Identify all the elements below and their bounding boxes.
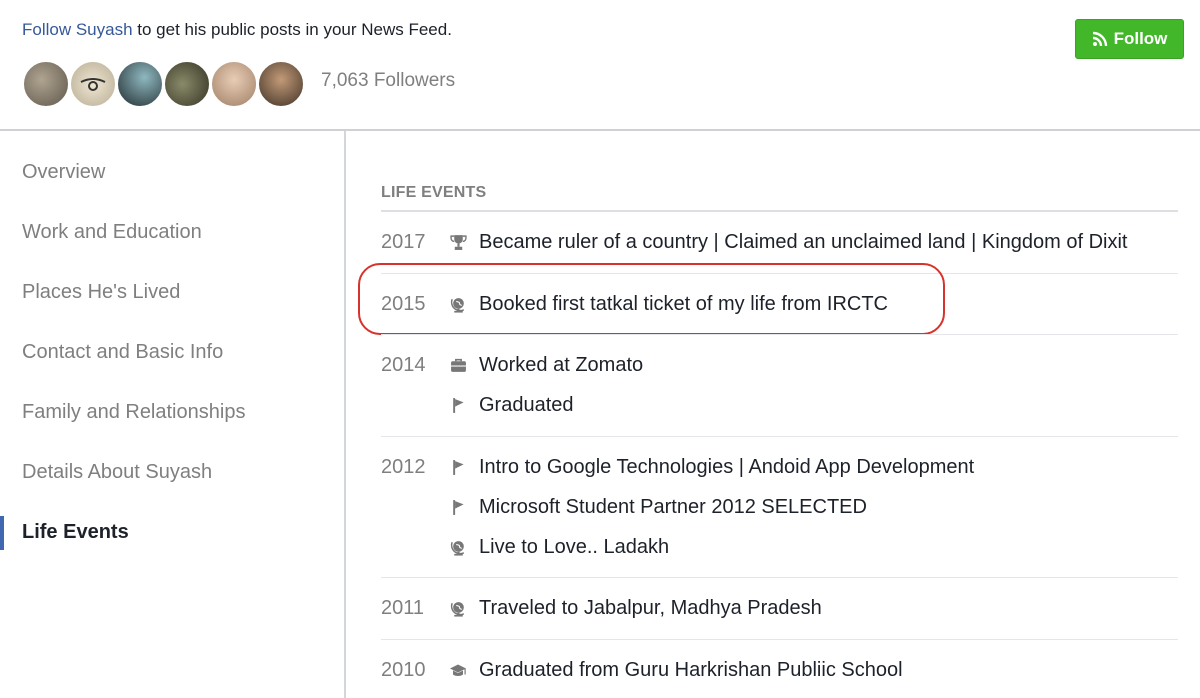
- event-year: 2011: [381, 597, 425, 619]
- follow-header: Follow Suyash to get his public posts in…: [0, 0, 1200, 131]
- trophy-icon: [449, 233, 467, 251]
- row-divider: [381, 639, 1178, 640]
- briefcase-icon: [449, 356, 467, 374]
- flag-icon: [449, 498, 467, 516]
- row-divider: [381, 577, 1178, 578]
- life-event-text: Live to Love.. Ladakh: [479, 535, 670, 558]
- graduation-cap-icon: [449, 661, 467, 679]
- life-event-item[interactable]: Microsoft Student Partner 2012 SELECTED: [449, 492, 867, 522]
- followers-count[interactable]: 7,063 Followers: [321, 70, 455, 92]
- life-event-item[interactable]: Worked at Zomato: [449, 350, 643, 380]
- follower-avatars: [22, 60, 305, 108]
- sidebar-item-work-education[interactable]: Work and Education: [22, 221, 202, 244]
- sidebar-item-overview[interactable]: Overview: [22, 161, 105, 184]
- follow-button-label: Follow: [1113, 29, 1168, 48]
- life-event-text: Intro to Google Technologies | Andoid Ap…: [479, 455, 975, 478]
- life-event-text: Worked at Zomato: [479, 353, 644, 376]
- follow-button[interactable]: Follow: [1075, 19, 1184, 59]
- follow-profile-link[interactable]: Follow Suyash: [22, 20, 133, 39]
- life-event-item[interactable]: Intro to Google Technologies | Andoid Ap…: [449, 452, 974, 482]
- rss-icon: [1092, 31, 1108, 47]
- avatar[interactable]: [69, 60, 117, 108]
- row-divider: [381, 436, 1178, 437]
- globe-icon: [449, 599, 467, 617]
- active-item-marker: [0, 516, 4, 550]
- avatar[interactable]: [22, 60, 70, 108]
- follow-prompt-text: to get his public posts in your News Fee…: [132, 20, 452, 39]
- sidebar-item-details[interactable]: Details About Suyash: [22, 461, 212, 484]
- sidebar-item-places-lived[interactable]: Places He's Lived: [22, 281, 180, 304]
- globe-icon: [449, 538, 467, 556]
- life-event-item[interactable]: Live to Love.. Ladakh: [449, 532, 669, 562]
- sidebar-item-family-relationships[interactable]: Family and Relationships: [22, 401, 245, 424]
- follow-prompt: Follow Suyash to get his public posts in…: [22, 20, 452, 40]
- life-event-text: Graduated from Guru Harkrishan Publiic S…: [479, 658, 903, 681]
- life-event-text: Traveled to Jabalpur, Madhya Pradesh: [479, 596, 822, 619]
- life-event-item[interactable]: Traveled to Jabalpur, Madhya Pradesh: [449, 593, 822, 623]
- avatar[interactable]: [116, 60, 164, 108]
- globe-icon: [449, 295, 467, 313]
- section-title: LIFE EVENTS: [381, 184, 487, 201]
- event-year: 2014: [381, 354, 426, 376]
- avatar[interactable]: [210, 60, 258, 108]
- event-year: 2015: [381, 293, 426, 315]
- life-event-item[interactable]: Became ruler of a country | Claimed an u…: [449, 227, 1127, 257]
- avatar[interactable]: [257, 60, 305, 108]
- section-divider: [381, 210, 1178, 212]
- life-event-item[interactable]: Graduated from Guru Harkrishan Publiic S…: [449, 655, 903, 685]
- life-events-panel: LIFE EVENTS 2017 Became ruler of a count…: [348, 131, 1200, 698]
- row-divider: [381, 334, 1178, 335]
- row-divider: [381, 273, 1178, 274]
- about-sidebar: Overview Work and Education Places He's …: [0, 131, 346, 698]
- sidebar-item-contact-info[interactable]: Contact and Basic Info: [22, 341, 223, 364]
- life-event-text: Microsoft Student Partner 2012 SELECTED: [479, 495, 867, 518]
- life-event-item[interactable]: Graduated: [449, 390, 574, 420]
- avatar[interactable]: [163, 60, 211, 108]
- flag-icon: [449, 458, 467, 476]
- life-event-text: Became ruler of a country | Claimed an u…: [479, 230, 1128, 253]
- life-event-text: Graduated: [479, 393, 574, 416]
- sidebar-item-life-events[interactable]: Life Events: [22, 521, 129, 544]
- life-event-text: Booked first tatkal ticket of my life fr…: [479, 292, 888, 315]
- event-year: 2017: [381, 231, 426, 253]
- flag-icon: [449, 396, 467, 414]
- event-year: 2012: [381, 456, 426, 478]
- event-year: 2010: [381, 659, 426, 681]
- life-event-item[interactable]: Booked first tatkal ticket of my life fr…: [449, 289, 888, 319]
